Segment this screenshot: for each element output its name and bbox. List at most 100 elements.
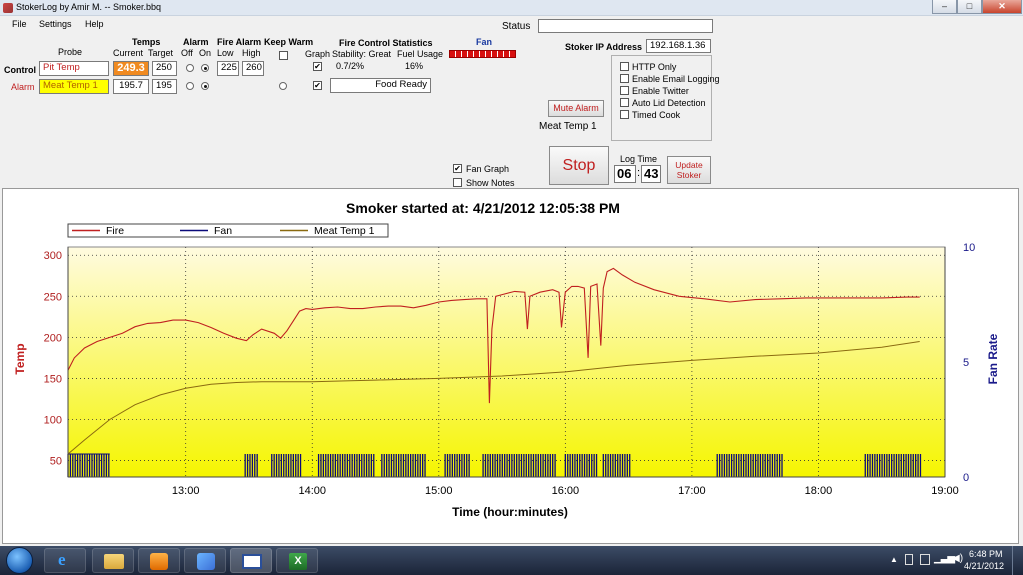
x-tick-label: 14:00 <box>298 485 326 497</box>
y-tick-label: 300 <box>44 250 62 262</box>
tray-flag-icon[interactable] <box>905 554 913 565</box>
legend-label: Fire <box>106 225 124 237</box>
log-time-minutes[interactable]: 43 <box>641 165 661 183</box>
alarm-on-radio[interactable] <box>201 82 209 90</box>
y-tick-label: 100 <box>44 415 62 427</box>
target-header: Target <box>148 48 174 58</box>
stability-value: 0.7/2% <box>336 61 365 71</box>
fire-high-header: High <box>242 48 261 58</box>
fan-graph-label: Fan Graph <box>466 164 510 174</box>
alarm-header: Alarm <box>183 37 209 47</box>
twitter-checkbox[interactable] <box>620 86 629 95</box>
probe-name-field[interactable]: Pit Temp <box>39 61 109 76</box>
fan-label: Fan <box>476 37 493 47</box>
app-icon <box>3 3 13 13</box>
alarm-off-radio[interactable] <box>186 82 194 90</box>
chart-title: Smoker started at: 4/21/2012 12:05:38 PM <box>346 200 620 216</box>
x-tick-label: 18:00 <box>805 485 833 497</box>
menu-bar: File Settings Help <box>0 16 500 32</box>
temps-header: Temps <box>132 37 161 47</box>
y-tick-label: 150 <box>44 373 62 385</box>
timed-cook-checkbox[interactable] <box>620 110 629 119</box>
fire-low-field[interactable]: 225 <box>217 61 239 76</box>
x-tick-label: 13:00 <box>172 485 200 497</box>
stoker-ip-label: Stoker IP Address <box>565 42 643 52</box>
graph-header: Graph <box>305 49 331 59</box>
legend-label: Fan <box>214 225 232 237</box>
fire-low-header: Low <box>217 48 234 58</box>
status-field <box>538 19 713 33</box>
lid-detection-checkbox[interactable] <box>620 98 629 107</box>
alarm-on-radio[interactable] <box>201 64 209 72</box>
media-player-icon[interactable] <box>138 548 180 573</box>
log-time-separator: : <box>637 167 641 179</box>
log-time-label: Log Time <box>620 154 658 164</box>
y2-tick-label: 0 <box>963 472 969 484</box>
tray-device-icon[interactable] <box>920 554 930 565</box>
legend-label: Meat Temp 1 <box>314 225 375 237</box>
menu-file[interactable]: File <box>12 19 27 29</box>
twitter-label: Enable Twitter <box>632 86 689 96</box>
timed-cook-label: Timed Cook <box>632 110 681 120</box>
alarm-off-radio[interactable] <box>186 64 194 72</box>
email-logging-label: Enable Email Logging <box>632 74 720 84</box>
graph-checkbox[interactable]: ✔ <box>313 81 322 90</box>
maximize-button[interactable]: □ <box>957 0 982 14</box>
fan-indicator-bar <box>449 50 516 58</box>
probe-name-field[interactable]: Meat Temp 1 <box>39 79 109 94</box>
y2-axis-label: Fan Rate <box>986 333 1000 384</box>
keep-warm-header: Keep Warm <box>264 37 314 47</box>
close-button[interactable]: ✕ <box>982 0 1022 14</box>
x-tick-label: 16:00 <box>552 485 580 497</box>
y2-tick-label: 10 <box>963 242 975 254</box>
http-only-checkbox[interactable] <box>620 62 629 71</box>
log-time-hours[interactable]: 06 <box>614 165 636 183</box>
show-notes-checkbox[interactable] <box>453 178 462 187</box>
alarm-off-header: Off <box>181 48 193 58</box>
y2-tick-label: 5 <box>963 357 969 369</box>
fuel-usage-value: 16% <box>405 61 424 71</box>
stoker-ip-field[interactable]: 192.168.1.36 <box>646 39 711 53</box>
menu-help[interactable]: Help <box>85 19 104 29</box>
chart-legend: Fire Fan Meat Temp 1 <box>67 223 389 238</box>
excel-icon[interactable]: X <box>276 548 318 573</box>
start-button[interactable] <box>6 547 33 574</box>
email-logging-checkbox[interactable] <box>620 74 629 83</box>
window-titlebar: StokerLog by Amir M. -- Smoker.bbq – □ ✕ <box>0 0 1023 16</box>
menu-settings[interactable]: Settings <box>39 19 72 29</box>
internet-explorer-icon[interactable]: e <box>44 548 86 573</box>
keep-warm-checkbox[interactable] <box>279 51 288 60</box>
plot-area <box>67 246 946 478</box>
y-tick-label: 250 <box>44 291 62 303</box>
window-title: StokerLog by Amir M. -- Smoker.bbq <box>16 2 162 12</box>
file-explorer-icon[interactable] <box>92 548 134 573</box>
stokerlog-taskbar-icon[interactable] <box>230 548 272 573</box>
show-desktop-button[interactable] <box>1012 546 1023 575</box>
row-role-alarm: Alarm <box>11 82 35 92</box>
y-tick-label: 50 <box>50 456 62 468</box>
current-temp-value: 195.7 <box>113 79 149 94</box>
mute-alarm-probe: Meat Temp 1 <box>539 121 597 132</box>
keep-warm-radio[interactable] <box>279 82 287 90</box>
tray-expand-icon[interactable]: ▲ <box>890 555 898 564</box>
fire-high-field[interactable]: 260 <box>242 61 264 76</box>
target-temp-field[interactable]: 250 <box>152 61 177 76</box>
volume-icon[interactable]: ◀) <box>952 553 963 564</box>
y-axis-label: Temp <box>13 343 27 374</box>
stop-button[interactable]: Stop <box>549 146 609 185</box>
fan-graph-checkbox[interactable]: ✔ <box>453 164 462 173</box>
stability-label: Stability: Great <box>332 49 392 59</box>
minimize-button[interactable]: – <box>932 0 957 14</box>
chart-panel: Smoker started at: 4/21/2012 12:05:38 PM… <box>2 188 1019 544</box>
mute-alarm-button[interactable]: Mute Alarm <box>548 100 604 117</box>
update-stoker-button[interactable]: Update Stoker <box>667 156 711 184</box>
fire-alarm-header: Fire Alarm <box>217 37 262 47</box>
target-temp-field[interactable]: 195 <box>152 79 177 94</box>
clock-time[interactable]: 6:48 PM <box>969 549 1003 559</box>
paint-icon[interactable] <box>184 548 226 573</box>
x-tick-label: 19:00 <box>931 485 959 497</box>
clock-date[interactable]: 4/21/2012 <box>964 561 1004 571</box>
temperature-chart: Smoker started at: 4/21/2012 12:05:38 PM… <box>13 200 1000 519</box>
graph-checkbox[interactable]: ✔ <box>313 62 322 71</box>
show-notes-label: Show Notes <box>466 178 515 188</box>
